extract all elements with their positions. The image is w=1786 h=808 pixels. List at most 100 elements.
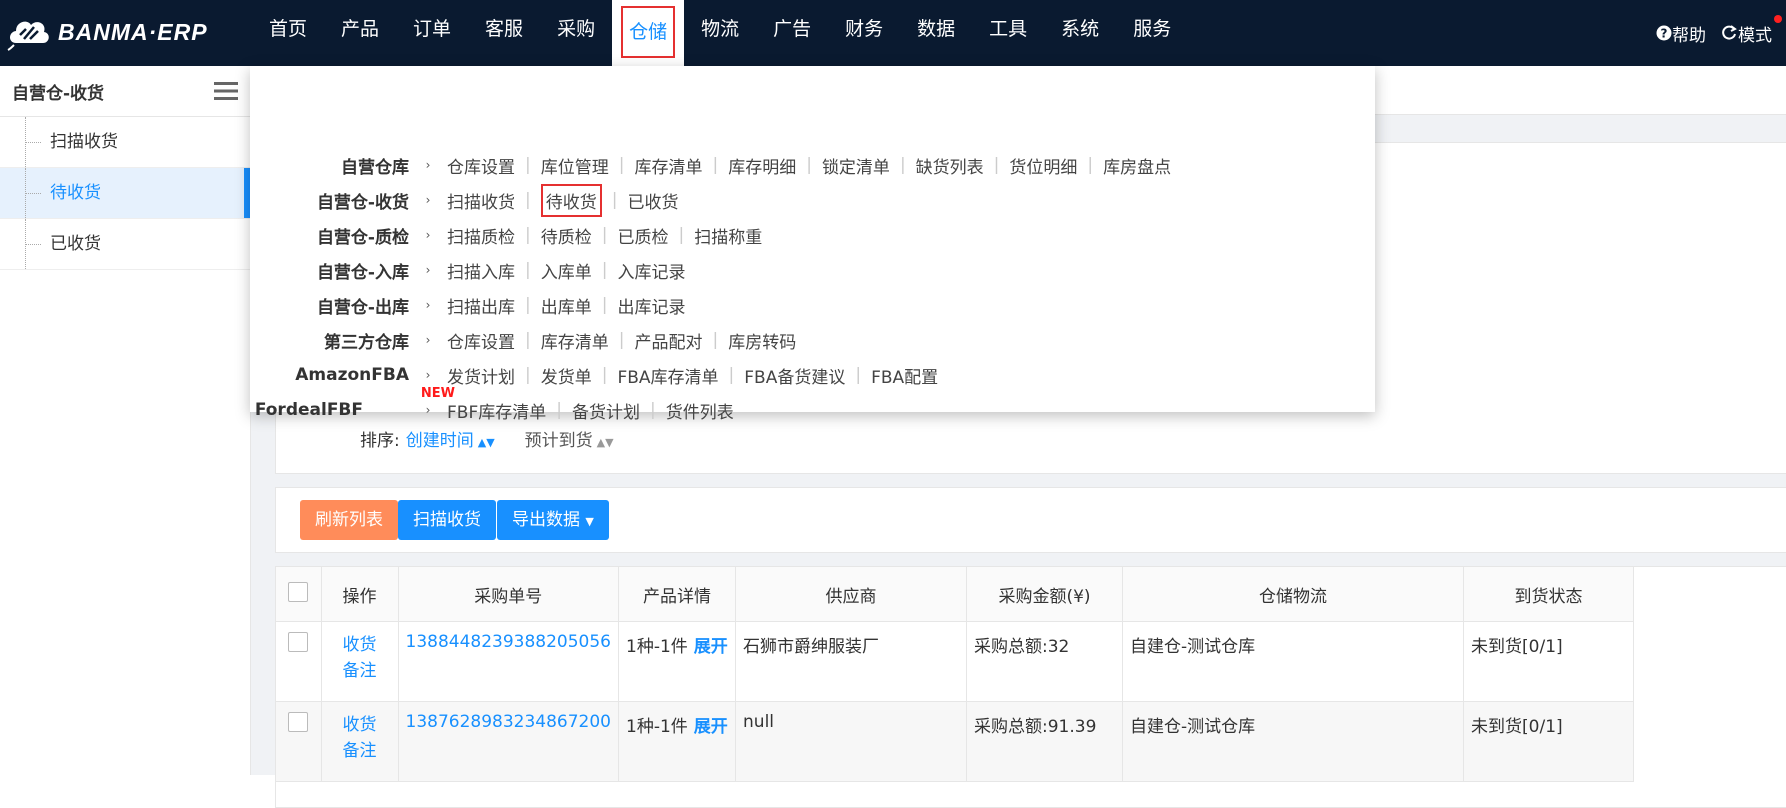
row-checkbox[interactable] (288, 632, 309, 652)
question-circle-icon: ? (1656, 25, 1672, 41)
logo[interactable]: BANMA·ERP (6, 10, 208, 54)
col-warehouse: 仓储物流 (1122, 567, 1465, 622)
chevron-right-icon: › (425, 298, 431, 312)
menu-row-inbound: 自营仓-入库 › 扫描入库 | 入库单 | 入库记录 (250, 258, 686, 283)
scan-receive-button[interactable]: 扫描收货 (398, 500, 496, 540)
top-right-tools: ? 帮助 模式 (1656, 0, 1786, 66)
menu-link-fba-config[interactable]: FBA配置 (871, 363, 938, 388)
chevron-right-icon: › (425, 333, 431, 347)
sort-expected-arrival[interactable]: 预计到货 ▲▼ (525, 426, 614, 451)
col-supplier: 供应商 (735, 567, 968, 622)
action-bar: 刷新列表 扫描收货 导出数据 ▼ (275, 487, 1786, 553)
product-detail: 1种-1件 (626, 637, 688, 657)
menu-link-warehouse-settings[interactable]: 仓库设置 (447, 153, 515, 178)
menu-link-outbound-order[interactable]: 出库单 (541, 293, 592, 318)
menu-link-3p-warehouse-settings[interactable]: 仓库设置 (447, 328, 515, 353)
menu-link-stock-list[interactable]: 库存清单 (634, 153, 702, 178)
row-checkbox[interactable] (288, 712, 309, 732)
expand-link[interactable]: 展开 (694, 717, 728, 737)
menu-category: 自营仓-出库 (316, 297, 409, 318)
nav-warehouse[interactable]: 仓储 (612, 0, 685, 66)
receive-link[interactable]: 收货 (329, 712, 391, 738)
menu-link-scan-qc[interactable]: 扫描质检 (447, 223, 515, 248)
sort-arrows-icon: ▲▼ (477, 436, 495, 449)
menu-link-product-pairing[interactable]: 产品配对 (634, 328, 702, 353)
chevron-right-icon: › (425, 368, 431, 382)
nav-ads[interactable]: 广告 (756, 0, 828, 66)
menu-link-stock-plan[interactable]: 备货计划 (572, 398, 640, 423)
nav-orders[interactable]: 订单 (396, 0, 468, 66)
menu-link-slot-detail[interactable]: 货位明细 (1009, 153, 1077, 178)
arrival-status: 未到货[0/1] (1463, 701, 1635, 782)
nav-home[interactable]: 首页 (252, 0, 324, 66)
menu-link-stock-detail[interactable]: 库存明细 (728, 153, 796, 178)
refresh-list-button[interactable]: 刷新列表 (300, 500, 398, 540)
sidebar-item-received[interactable]: 已收货 (0, 219, 250, 270)
menu-link-scan-receive[interactable]: 扫描收货 (447, 188, 515, 213)
sidebar: 自营仓-收货 扫描收货 待收货 已收货 (0, 66, 251, 775)
menu-link-fbf-stock[interactable]: FBF库存清单 (447, 398, 546, 423)
sidebar-item-scan-receive[interactable]: 扫描收货 (0, 117, 250, 168)
sort-row: 排序: 创建时间 ▲▼ 预计到货 ▲▼ (360, 426, 614, 451)
nav-products[interactable]: 产品 (324, 0, 396, 66)
nav-finance[interactable]: 财务 (828, 0, 900, 66)
table-row: 收货 备注 1387628983234867200 1种-1件 展开 null 采… (276, 701, 1635, 782)
sidebar-title: 自营仓-收货 (12, 83, 105, 104)
menu-category: 自营仓库 (341, 157, 409, 178)
menu-link-3p-stock-list[interactable]: 库存清单 (541, 328, 609, 353)
cloud-logo-icon (7, 21, 49, 51)
nav-data[interactable]: 数据 (900, 0, 972, 66)
menu-link-inbound-order[interactable]: 入库单 (541, 258, 592, 283)
menu-link-warehouse-transcode[interactable]: 库房转码 (728, 328, 796, 353)
menu-link-fba-stock[interactable]: FBA库存清单 (617, 363, 718, 388)
menu-link-done-qc[interactable]: 已质检 (617, 223, 668, 248)
nav-tools[interactable]: 工具 (972, 0, 1044, 66)
menu-link-fba-suggest[interactable]: FBA备货建议 (744, 363, 845, 388)
menu-link-outbound-record[interactable]: 出库记录 (617, 293, 685, 318)
po-number-link[interactable]: 1388448239388205056 (406, 632, 612, 652)
menu-link-cargo-list[interactable]: 货件列表 (666, 398, 734, 423)
menu-link-location-mgmt[interactable]: 库位管理 (541, 153, 609, 178)
expand-link[interactable]: 展开 (694, 637, 728, 657)
menu-link-scan-inbound[interactable]: 扫描入库 (447, 258, 515, 283)
receive-link[interactable]: 收货 (329, 632, 391, 658)
menu-link-scan-weigh[interactable]: 扫描称重 (694, 223, 762, 248)
po-number-link[interactable]: 1387628983234867200 (406, 712, 612, 732)
select-all-checkbox[interactable] (288, 581, 309, 602)
menu-link-lock-list[interactable]: 锁定清单 (822, 153, 890, 178)
menu-link-shortage-list[interactable]: 缺货列表 (916, 153, 984, 178)
new-badge: NEW (420, 386, 455, 401)
nav-system[interactable]: 系统 (1044, 0, 1116, 66)
sort-arrows-icon: ▲▼ (596, 436, 614, 449)
note-link[interactable]: 备注 (329, 658, 391, 684)
menu-link-scan-outbound[interactable]: 扫描出库 (447, 293, 515, 318)
export-data-button[interactable]: 导出数据 ▼ (497, 500, 609, 540)
menu-row-receiving: 自营仓-收货 › 扫描收货 | 待收货 | 已收货 (250, 183, 678, 217)
menu-icon[interactable] (214, 81, 238, 101)
amount: 采购总额:91.39 (966, 701, 1124, 782)
nav-services[interactable]: 服务 (1116, 0, 1188, 66)
nav-logistics[interactable]: 物流 (684, 0, 756, 66)
sidebar-item-pending-receive[interactable]: 待收货 (0, 168, 250, 219)
chevron-right-icon: › (425, 403, 431, 417)
nav-customer-service[interactable]: 客服 (468, 0, 540, 66)
menu-link-pending-qc[interactable]: 待质检 (541, 223, 592, 248)
menu-link-shipment[interactable]: 发货单 (541, 363, 592, 388)
menu-link-received[interactable]: 已收货 (627, 188, 678, 213)
menu-category: 自营仓-质检 (316, 227, 409, 248)
nav-purchase[interactable]: 采购 (540, 0, 612, 66)
menu-link-inbound-record[interactable]: 入库记录 (617, 258, 685, 283)
brand-name: BANMA·ERP (58, 18, 208, 45)
note-link[interactable]: 备注 (329, 738, 391, 764)
chevron-right-icon: › (425, 193, 431, 207)
menu-link-shipping-plan[interactable]: 发货计划 (447, 363, 515, 388)
menu-link-inventory-check[interactable]: 库房盘点 (1103, 153, 1171, 178)
mode-button[interactable]: 模式 (1720, 14, 1782, 46)
help-button[interactable]: ? 帮助 (1656, 21, 1706, 46)
col-amount: 采购金额(¥) (966, 567, 1124, 622)
menu-link-pending-receive[interactable]: 待收货 (540, 183, 602, 217)
supplier: null (735, 701, 968, 782)
menu-row-own-warehouse: 自营仓库 › 仓库设置 | 库位管理 | 库存清单 | 库存明细 | 锁定清单 | 缺货列… (250, 153, 1171, 178)
sort-created-time[interactable]: 创建时间 ▲▼ (406, 426, 495, 451)
menu-category: 自营仓-收货 (316, 192, 409, 213)
